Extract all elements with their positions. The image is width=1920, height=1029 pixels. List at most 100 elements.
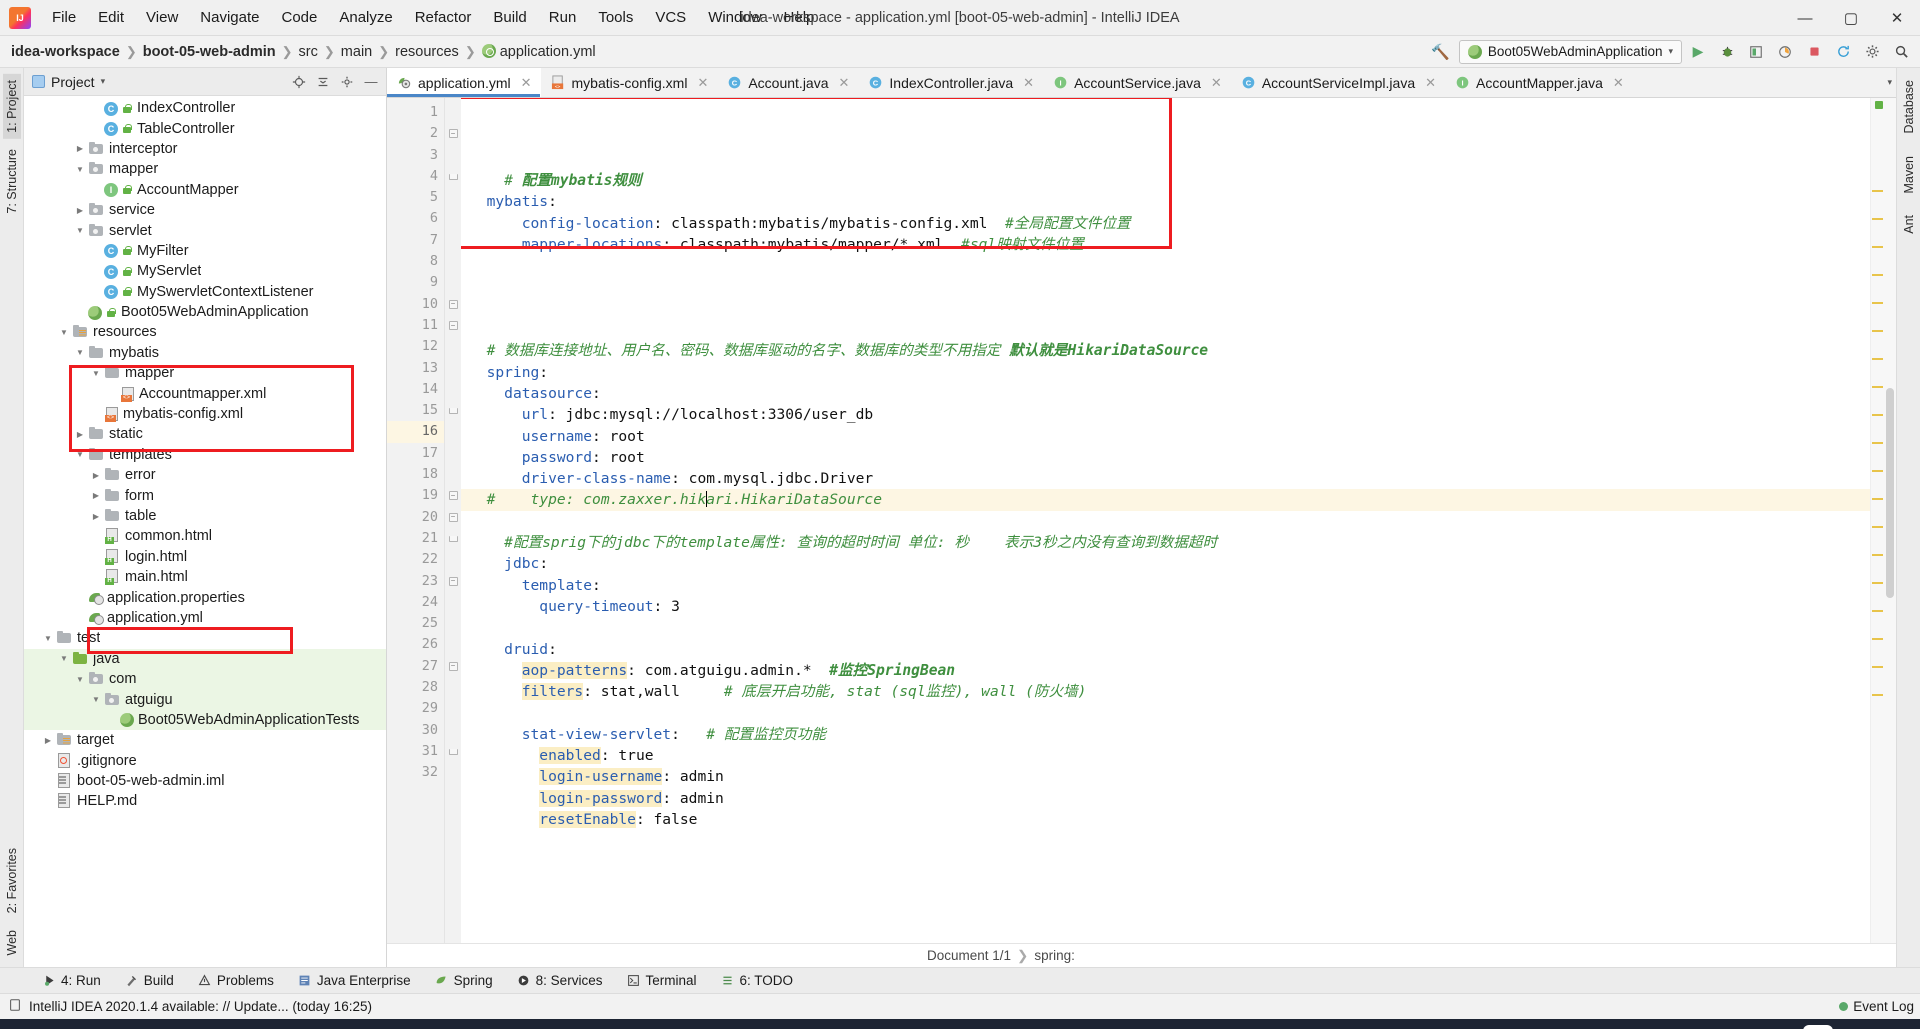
warning-stripe-marker[interactable] <box>1872 498 1883 500</box>
tree-node[interactable]: boot-05-web-admin.iml <box>24 771 386 791</box>
fold-marker[interactable] <box>445 528 461 549</box>
close-icon[interactable]: ✕ <box>1211 75 1222 91</box>
warning-stripe-marker[interactable] <box>1872 302 1883 304</box>
bottom-tool-java-enterprise[interactable]: Java Enterprise <box>286 968 423 994</box>
menu-bar[interactable]: FileEditViewNavigateCodeAnalyzeRefactorB… <box>41 5 825 30</box>
editor-scrollbar[interactable] <box>1884 98 1896 943</box>
code-line[interactable]: # 配置mybatis规则 <box>461 170 1870 191</box>
tree-node[interactable]: Boot05WebAdminApplication <box>24 302 386 322</box>
menu-item-code[interactable]: Code <box>270 5 328 30</box>
code-line[interactable]: filters: stat,wall # 底层开启功能, stat (sql监控… <box>461 681 1870 702</box>
chevron-down-icon[interactable]: ▼ <box>56 328 72 337</box>
code-line[interactable]: mybatis: <box>461 191 1870 212</box>
tree-node[interactable]: ▶error <box>24 465 386 485</box>
tree-node[interactable]: .gitignore <box>24 751 386 771</box>
sidebar-tab-favorites[interactable]: 2: Favorites <box>3 842 21 919</box>
collapse-fold-icon[interactable]: − <box>449 513 458 522</box>
status-message[interactable]: IntelliJ IDEA 2020.1.4 available: // Upd… <box>29 999 372 1014</box>
warning-stripe-marker[interactable] <box>1872 218 1883 220</box>
tree-node[interactable]: CMyServlet <box>24 261 386 281</box>
code-content[interactable]: # 配置mybatis规则 mybatis: config-location: … <box>461 98 1870 943</box>
tree-node[interactable]: login.html <box>24 547 386 567</box>
chevron-right-icon[interactable]: ▶ <box>72 206 88 215</box>
warning-stripe-marker[interactable] <box>1872 526 1883 528</box>
tree-node[interactable]: Boot05WebAdminApplicationTests <box>24 710 386 730</box>
build-hammer-icon[interactable]: 🔨 <box>1431 43 1450 61</box>
editor-tab-mybatis-config-xml[interactable]: <>mybatis-config.xml✕ <box>541 68 718 97</box>
tree-node[interactable]: ▶form <box>24 485 386 505</box>
sidebar-tab-ant[interactable]: Ant <box>1900 209 1918 240</box>
editor-tab-application-yml[interactable]: application.yml✕ <box>387 68 541 97</box>
close-icon[interactable]: ✕ <box>1023 75 1034 91</box>
fold-region-end-icon[interactable] <box>449 408 458 414</box>
code-line[interactable] <box>461 319 1870 340</box>
fold-region-end-icon[interactable] <box>449 536 458 542</box>
warning-stripe-marker[interactable] <box>1872 582 1883 584</box>
editor-tab-account-java[interactable]: CAccount.java✕ <box>717 68 858 97</box>
fold-marker[interactable]: − <box>445 485 461 506</box>
code-line[interactable]: enabled: true <box>461 745 1870 766</box>
code-line[interactable]: druid: <box>461 639 1870 660</box>
fold-marker[interactable]: − <box>445 315 461 336</box>
tree-node[interactable]: ▼test <box>24 628 386 648</box>
code-line[interactable]: aop-patterns: com.atguigu.admin.* #监控Spr… <box>461 660 1870 681</box>
editor-tab-indexcontroller-java[interactable]: CIndexController.java✕ <box>858 68 1043 97</box>
collapse-fold-icon[interactable]: − <box>449 662 458 671</box>
warning-stripe-marker[interactable] <box>1872 694 1883 696</box>
code-line[interactable]: username: root <box>461 426 1870 447</box>
tree-node[interactable]: application.properties <box>24 587 386 607</box>
warning-stripe-marker[interactable] <box>1872 386 1883 388</box>
collapse-all-icon[interactable] <box>312 71 334 93</box>
code-line[interactable] <box>461 511 1870 532</box>
chevron-down-icon[interactable]: ▼ <box>40 634 56 643</box>
code-line[interactable]: spring: <box>461 362 1870 383</box>
editor-tab-accountservice-java[interactable]: IAccountService.java✕ <box>1043 68 1231 97</box>
tree-node[interactable]: ▼atguigu <box>24 689 386 709</box>
tree-node[interactable]: ▼resources <box>24 322 386 342</box>
debug-button[interactable] <box>1714 39 1740 65</box>
menu-item-build[interactable]: Build <box>482 5 537 30</box>
tree-node[interactable]: ▶service <box>24 200 386 220</box>
scroll-from-source-icon[interactable] <box>288 71 310 93</box>
chevron-down-icon[interactable]: ▼ <box>88 695 104 704</box>
chevron-down-icon[interactable]: ▾ <box>101 76 106 87</box>
menu-item-vcs[interactable]: VCS <box>644 5 697 30</box>
inspection-status-icon[interactable] <box>1875 101 1883 109</box>
warning-stripe-marker[interactable] <box>1872 358 1883 360</box>
breadcrumb-item-main[interactable]: main <box>338 44 375 60</box>
bottom-tool-8-services[interactable]: 8: Services <box>505 968 615 994</box>
warning-stripe-marker[interactable] <box>1872 610 1883 612</box>
close-button[interactable]: ✕ <box>1874 0 1920 36</box>
tree-node[interactable]: ▶target <box>24 730 386 750</box>
fold-marker[interactable]: − <box>445 294 461 315</box>
tree-node[interactable]: ▼templates <box>24 445 386 465</box>
sidebar-tab-database[interactable]: Database <box>1900 74 1918 140</box>
editor-tab-accountmapper-java[interactable]: IAccountMapper.java✕ <box>1445 68 1633 97</box>
code-line[interactable]: query-timeout: 3 <box>461 596 1870 617</box>
code-line[interactable]: password: root <box>461 447 1870 468</box>
close-icon[interactable]: ✕ <box>1613 75 1624 91</box>
warning-stripe-marker[interactable] <box>1872 666 1883 668</box>
code-folding-gutter[interactable]: −−−−−−− <box>445 98 461 943</box>
menu-item-navigate[interactable]: Navigate <box>189 5 270 30</box>
code-line[interactable] <box>461 830 1870 851</box>
chevron-down-icon[interactable]: ▼ <box>72 348 88 357</box>
tree-node[interactable]: ▶table <box>24 506 386 526</box>
update-project-icon[interactable] <box>1830 39 1856 65</box>
menu-item-analyze[interactable]: Analyze <box>328 5 403 30</box>
breadcrumb-item-boot-05-web-admin[interactable]: boot-05-web-admin <box>140 44 279 60</box>
warning-stripe-marker[interactable] <box>1872 246 1883 248</box>
fold-marker[interactable]: − <box>445 123 461 144</box>
warning-stripe-marker[interactable] <box>1872 638 1883 640</box>
hide-panel-icon[interactable]: — <box>360 71 382 93</box>
tree-node[interactable]: IAccountMapper <box>24 180 386 200</box>
notification-icon[interactable] <box>8 998 22 1015</box>
sogou-ime-icon[interactable] <box>1803 1025 1833 1029</box>
warning-stripe-marker[interactable] <box>1872 330 1883 332</box>
gear-icon[interactable] <box>336 71 358 93</box>
tree-node[interactable]: application.yml <box>24 608 386 628</box>
menu-item-view[interactable]: View <box>135 5 189 30</box>
breadcrumb-item-idea-workspace[interactable]: idea-workspace <box>8 44 123 60</box>
warning-stripe-marker[interactable] <box>1872 442 1883 444</box>
sidebar-tab-structure[interactable]: 7: Structure <box>3 143 21 220</box>
